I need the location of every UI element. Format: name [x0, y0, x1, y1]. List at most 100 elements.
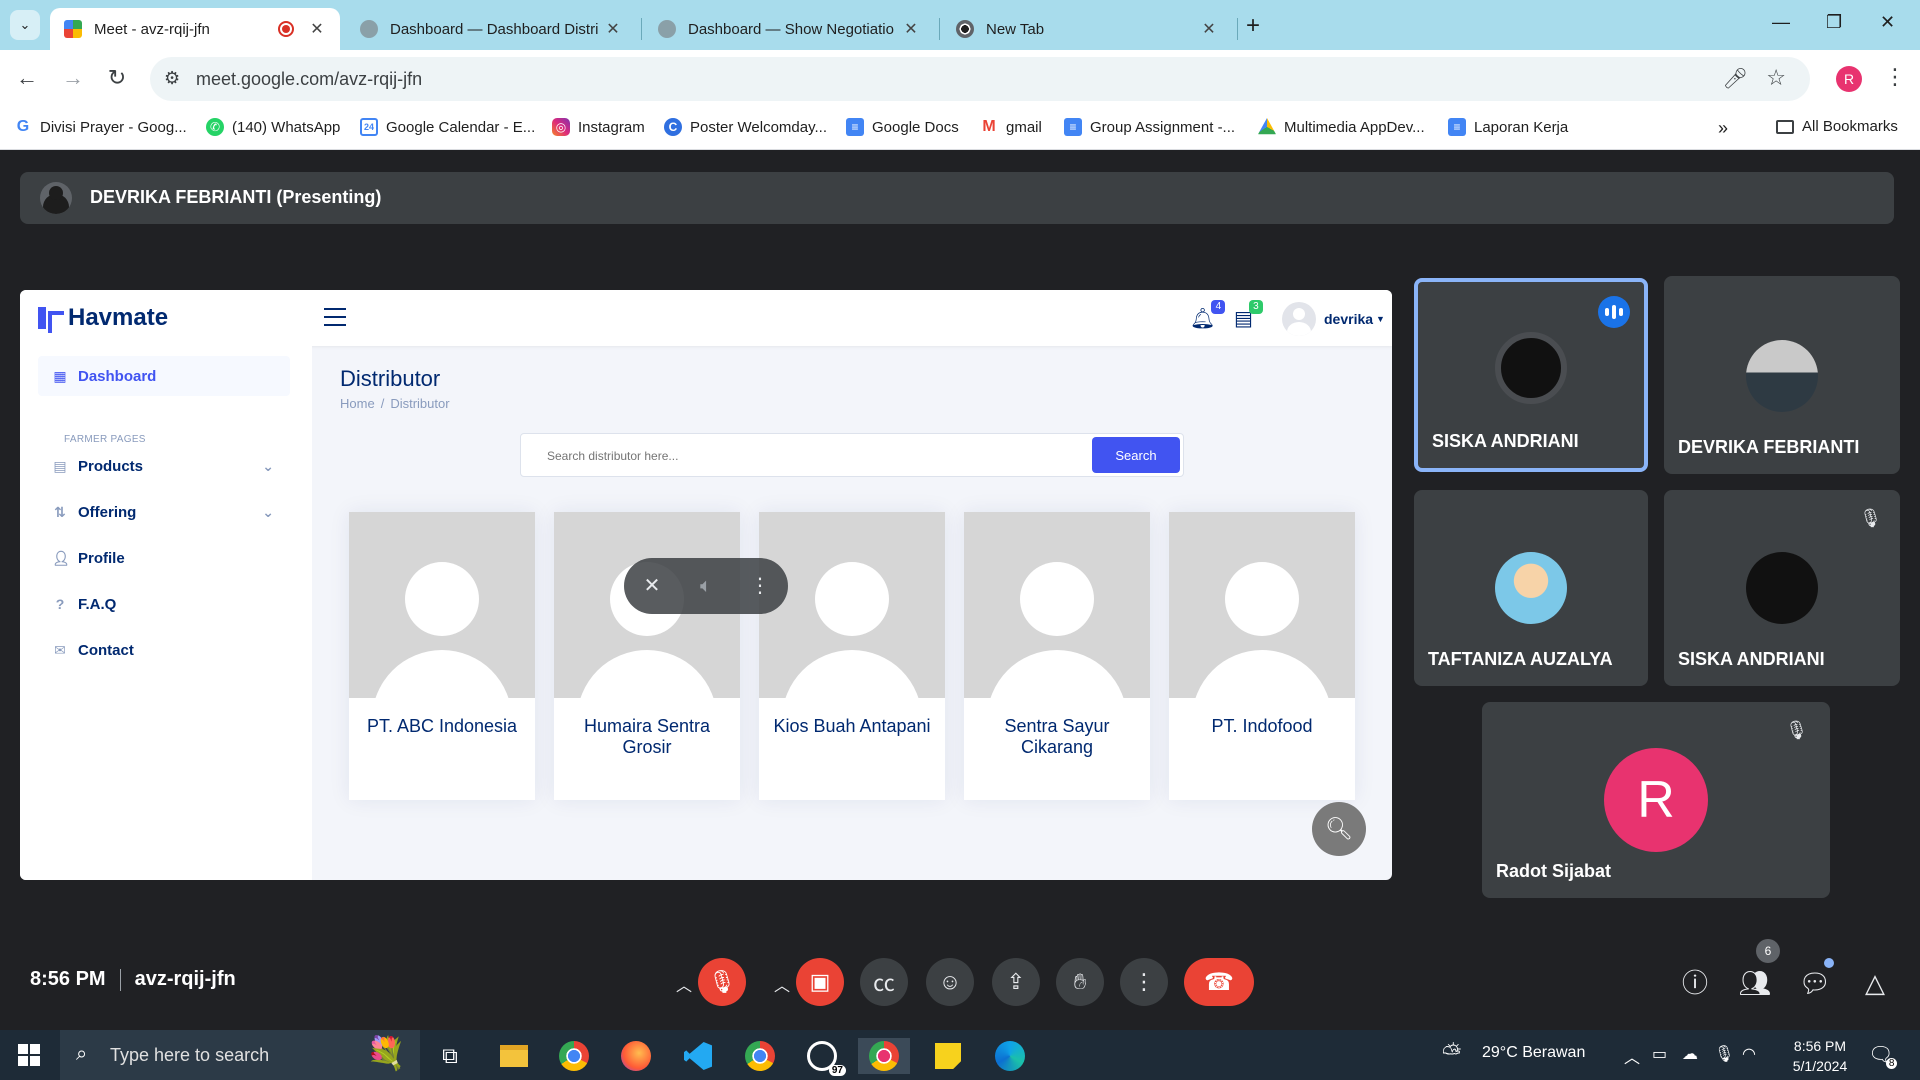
system-clock[interactable]: 8:56 PM 5/1/2024	[1770, 1036, 1870, 1076]
distributor-card[interactable]: Humaira Sentra Grosir	[554, 512, 740, 800]
present-screen-button[interactable]: ⇪	[992, 958, 1040, 1006]
volume-icon[interactable]: 🔈︎	[692, 572, 720, 600]
wifi-icon[interactable]: ◠	[1742, 1044, 1756, 1064]
browser-menu-icon[interactable]: ⋮	[1884, 64, 1906, 90]
leave-call-button[interactable]: ☎	[1184, 958, 1254, 1006]
tab-separator	[939, 18, 940, 40]
tab-dashboard-distributor[interactable]: Dashboard — Dashboard Distri ✕	[346, 8, 636, 50]
show-hidden-icons-chevron-icon[interactable]: ︿	[1624, 1044, 1640, 1068]
participant-tile[interactable]: SISKA ANDRIANI	[1414, 278, 1648, 472]
search-button[interactable]: Search	[1092, 437, 1180, 473]
sidebar-item-faq[interactable]: ? F.A.Q	[38, 584, 290, 624]
search-input[interactable]	[531, 442, 1061, 470]
address-bar[interactable]: ⚙ meet.google.com/avz-rqij-jfn 🎤︎ ☆	[150, 57, 1810, 101]
back-icon[interactable]: ←	[12, 63, 42, 93]
microphone-icon[interactable]: 🎤︎	[1723, 66, 1748, 91]
more-bookmarks-icon[interactable]: »	[1718, 118, 1728, 139]
restore-window-icon[interactable]: ❐	[1826, 12, 1842, 33]
unpin-icon[interactable]: ✕	[638, 572, 666, 600]
bookmark-item[interactable]: 24 Google Calendar - E...	[360, 118, 535, 136]
distributor-card[interactable]: Sentra Sayur Cikarang	[964, 512, 1150, 800]
bookmark-item[interactable]: C Poster Welcomday...	[664, 118, 827, 136]
tab-new-tab[interactable]: New Tab ✕	[942, 8, 1232, 50]
site-info-icon[interactable]: ⚙	[164, 68, 180, 89]
bookmark-item[interactable]: ≡ Laporan Kerja	[1448, 118, 1568, 136]
participant-tile[interactable]: TAFTANIZA AUZALYA	[1414, 490, 1648, 686]
weather-icon[interactable]: ⛅︎	[1442, 1040, 1461, 1068]
menu-toggle-icon[interactable]	[324, 308, 346, 326]
new-tab-button[interactable]: +	[1246, 12, 1260, 40]
user-menu[interactable]: devrika ▼	[1282, 302, 1385, 336]
chat-icon[interactable]: 💬︎	[1798, 966, 1832, 1000]
participant-tile[interactable]: 🎙︎ SISKA ANDRIANI	[1664, 490, 1900, 686]
distributor-card[interactable]: PT. ABC Indonesia	[349, 512, 535, 800]
sidebar-item-products[interactable]: ▤ Products ⌄	[38, 446, 290, 486]
people-icon[interactable]: 👥︎	[1738, 966, 1772, 1000]
participant-tile[interactable]: DEVRIKA FEBRIANTI	[1664, 276, 1900, 474]
minimize-window-icon[interactable]: —	[1772, 12, 1790, 33]
whatsapp-app-icon[interactable]: 97	[804, 1038, 846, 1076]
raise-hand-button[interactable]: ✋︎	[1056, 958, 1104, 1006]
distributor-card[interactable]: Kios Buah Antapani	[759, 512, 945, 800]
tab-meet[interactable]: Meet - avz-rqij-jfn ✕	[50, 8, 340, 50]
chrome-active-window-icon[interactable]	[858, 1038, 910, 1074]
havmate-logo[interactable]: Havmate	[38, 304, 168, 333]
camera-off-button[interactable]: ▣	[796, 958, 844, 1006]
microphone-tray-icon[interactable]: 🎙︎	[1714, 1044, 1734, 1064]
file-explorer-icon[interactable]	[496, 1038, 532, 1074]
sidebar-item-offering[interactable]: ⇅ Offering ⌄	[38, 492, 290, 532]
video-options-chevron-icon[interactable]: ︿	[774, 972, 790, 996]
breadcrumb-home[interactable]: Home	[340, 396, 375, 411]
bookmark-item[interactable]: Multimedia AppDev...	[1258, 118, 1425, 136]
bookmark-item[interactable]: M gmail	[980, 118, 1042, 136]
meeting-details-icon[interactable]: ⓘ	[1678, 966, 1712, 1000]
notifications-icon[interactable]: 🔔︎ 4	[1190, 300, 1226, 331]
bookmark-item[interactable]: G Divisi Prayer - Goog...	[14, 118, 187, 136]
profile-avatar[interactable]: R	[1836, 66, 1862, 92]
bookmark-star-icon[interactable]: ☆	[1766, 65, 1786, 91]
all-bookmarks-button[interactable]: All Bookmarks	[1776, 118, 1898, 135]
sticky-notes-icon[interactable]	[930, 1038, 966, 1074]
more-options-icon[interactable]: ⋮	[746, 572, 774, 600]
forward-icon[interactable]: →	[58, 63, 88, 93]
close-tab-icon[interactable]: ✕	[308, 19, 326, 39]
sidebar-item-contact[interactable]: ✉ Contact	[38, 630, 290, 670]
edge-icon[interactable]	[992, 1038, 1028, 1074]
onedrive-icon[interactable]: ☁	[1682, 1044, 1698, 1064]
distributor-card[interactable]: PT. Indofood	[1169, 512, 1355, 800]
firefox-icon[interactable]	[618, 1038, 654, 1074]
battery-icon[interactable]: ▭	[1652, 1044, 1667, 1064]
tab-dashboard-negotiation[interactable]: Dashboard — Show Negotiatio ✕	[644, 8, 934, 50]
bookmark-item[interactable]: ✆ (140) WhatsApp	[206, 118, 340, 136]
reload-icon[interactable]: ↻	[102, 63, 132, 93]
sidebar-item-profile[interactable]: 👤︎ Profile	[38, 538, 290, 578]
sidebar-item-dashboard[interactable]: ▦ Dashboard	[38, 356, 290, 396]
participant-tile[interactable]: 🎙︎ R Radot Sijabat	[1482, 702, 1830, 898]
chrome-profile-icon[interactable]	[742, 1038, 778, 1074]
tab-title: Meet - avz-rqij-jfn	[94, 20, 210, 38]
microphone-off-button[interactable]: 🎙︎	[698, 958, 746, 1006]
emoji-reactions-button[interactable]: ☺	[926, 958, 974, 1006]
messages-icon[interactable]: ▤ 3	[1234, 300, 1263, 331]
close-tab-icon[interactable]: ✕	[902, 19, 920, 39]
url-text[interactable]: meet.google.com/avz-rqij-jfn	[196, 69, 422, 90]
activities-icon[interactable]: △	[1858, 966, 1892, 1000]
more-options-button[interactable]: ⋮	[1120, 958, 1168, 1006]
captions-button[interactable]: ㏄	[860, 958, 908, 1006]
close-tab-icon[interactable]: ✕	[604, 19, 622, 39]
chrome-app-icon[interactable]	[556, 1038, 592, 1074]
zoom-in-icon[interactable]: 🔍︎	[1312, 802, 1366, 856]
close-window-icon[interactable]: ✕	[1880, 12, 1895, 33]
bookmark-item[interactable]: ≡ Group Assignment -...	[1064, 118, 1235, 136]
weather-text[interactable]: 29°C Berawan	[1482, 1044, 1585, 1062]
task-view-icon[interactable]: ⧉	[432, 1038, 468, 1074]
bookmark-item[interactable]: ◎ Instagram	[552, 118, 645, 136]
notification-center-icon[interactable]: 🗨︎ 8	[1868, 1042, 1898, 1069]
taskbar-search[interactable]: ⌕ Type here to search 💐	[60, 1030, 420, 1080]
close-tab-icon[interactable]: ✕	[1200, 19, 1218, 39]
vscode-icon[interactable]	[680, 1038, 716, 1074]
bookmark-item[interactable]: ≡ Google Docs	[846, 118, 959, 136]
tab-search-dropdown[interactable]: ⌄	[10, 10, 40, 40]
windows-start-icon[interactable]	[18, 1044, 40, 1066]
audio-options-chevron-icon[interactable]: ︿	[676, 972, 692, 996]
